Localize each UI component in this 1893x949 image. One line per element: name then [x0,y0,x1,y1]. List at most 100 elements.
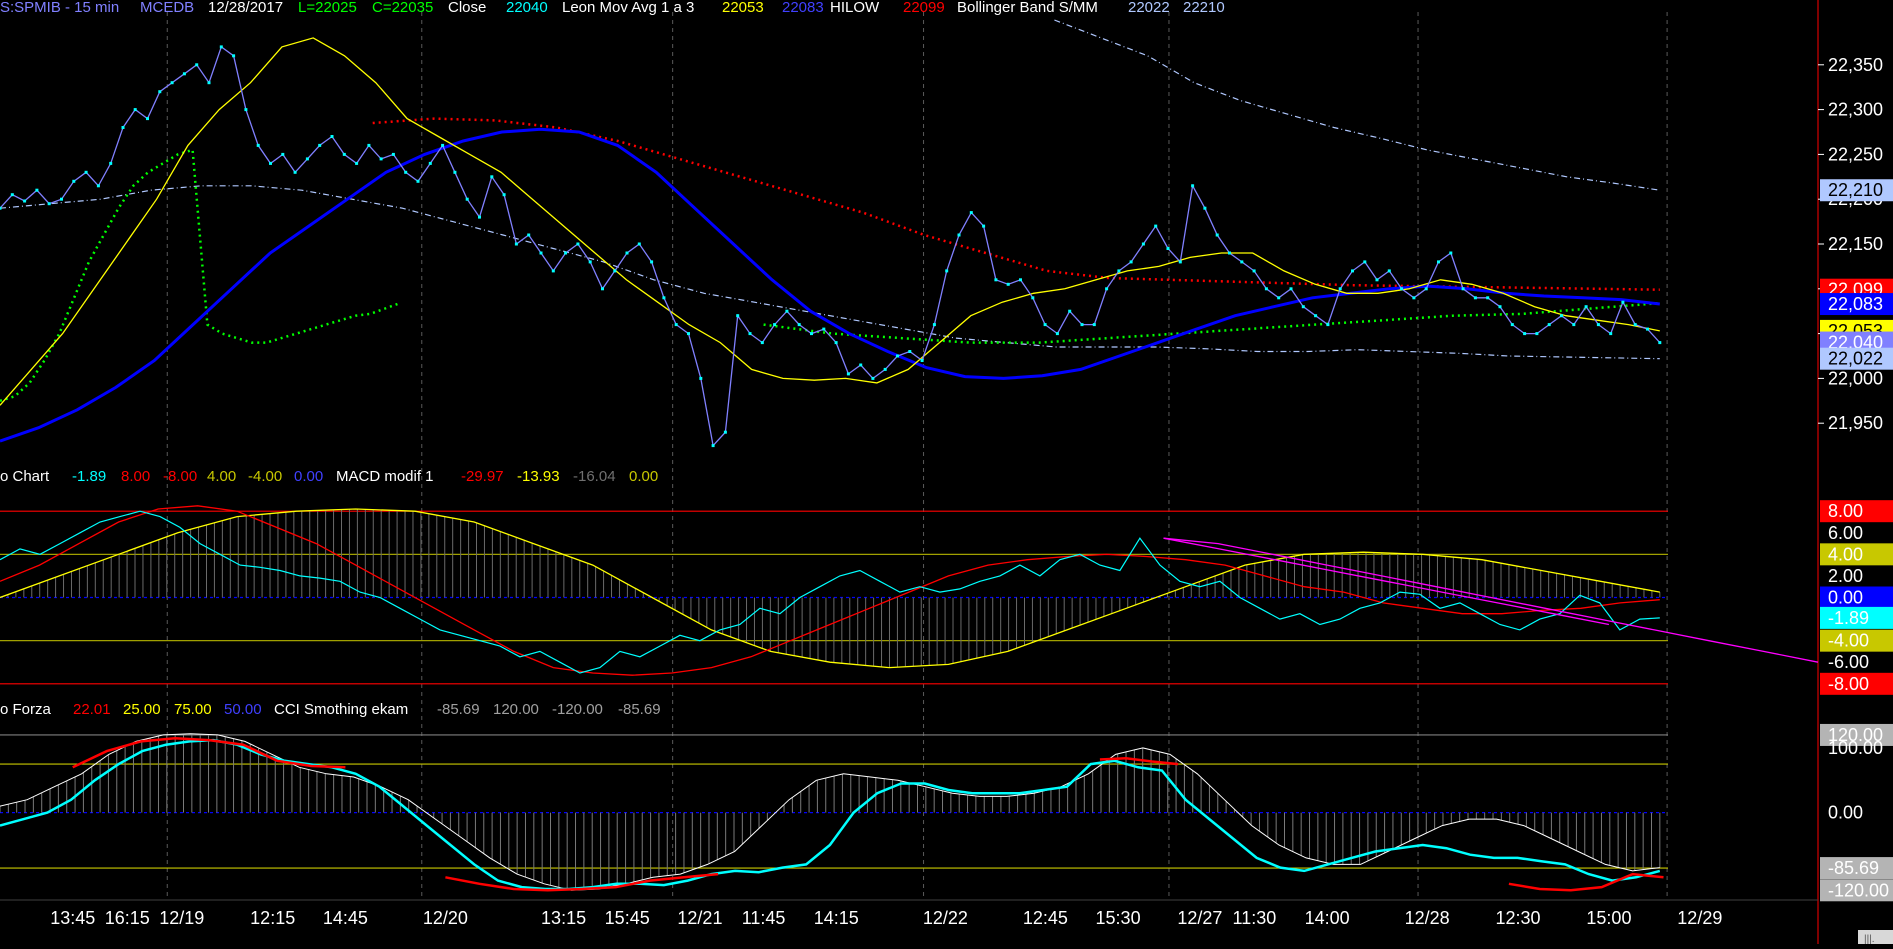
close-point [514,242,518,246]
bollinger-low: 22022 [1128,0,1170,16]
close-point [564,251,568,255]
close-point [859,363,863,367]
close-point [1609,332,1613,336]
symbol-label: S:SPMIB - 15 min [0,0,119,16]
close-point [723,430,727,434]
close-point [453,170,457,174]
close-point [1473,296,1477,300]
price-badge-label: 22,210 [1828,180,1883,200]
close-point [1301,305,1305,309]
time-tick-label: 15:45 [605,908,650,928]
price-tick-label: 22,250 [1828,144,1883,164]
macd-chart-label: o Chart [0,468,50,485]
close-point [1240,260,1244,264]
close-point [0,206,2,210]
time-tick-label: 15:30 [1096,908,1141,928]
close-point [207,81,211,85]
time-tick-label: 13:45 [50,908,95,928]
close-point [379,157,383,161]
close-point [47,202,51,206]
close-point [1277,296,1281,300]
close-point [1646,327,1649,331]
close-point [551,269,555,273]
cci-v4: 50.00 [224,701,262,718]
macd-v2: 8.00 [121,468,150,485]
close-point [748,332,752,336]
close-point [441,143,445,147]
time-tick-label: 12/28 [1405,908,1450,928]
leon-label: Leon Mov Avg 1 a 3 [562,0,694,16]
close-point [1314,314,1318,318]
macd-label: MACD modif 1 [336,468,434,485]
close-point [1191,184,1195,188]
close-point [256,143,260,147]
horizontal-scrollbar[interactable]: |||. [1858,930,1893,945]
cci-tick-label: -85.69 [1828,858,1879,878]
close-point [1584,305,1588,309]
close-point [834,341,838,345]
scrollbar-grip: |||. [1864,934,1875,944]
price-tick-label: 22,000 [1828,368,1883,388]
close-point [1400,287,1404,291]
close-point [1326,323,1330,327]
close-point [1068,309,1072,313]
macd-v3: -8.00 [163,468,197,485]
close-point [945,269,949,273]
close-point [1658,341,1662,345]
close-point [1203,206,1207,210]
close-point [1535,332,1539,336]
close-point [662,296,666,300]
cci-tick-label: -120.00 [1828,880,1889,900]
close-eq-label: C=22035 [372,0,433,16]
close-point [1006,282,1010,286]
close-point [158,90,162,94]
close-point [1031,296,1035,300]
close-point [342,152,346,156]
close-point [699,376,703,380]
close-point [490,175,494,179]
close-point [1154,224,1158,228]
close-point [527,233,531,237]
macd-tick-label: -8.00 [1828,674,1869,694]
close-point [219,45,223,49]
close-point [1560,314,1563,318]
price-panel-header: S:SPMIB - 15 min MCEDB 12/28/2017 L=2202… [0,0,1225,16]
macd-v7: -29.97 [461,468,504,485]
close-point [896,354,899,358]
close-point [957,233,961,237]
close-point [1486,296,1490,300]
time-tick-label: 14:45 [323,908,368,928]
cci-label: CCI Smothing ekam [274,701,408,718]
close-point [711,444,715,448]
price-tick-label: 22,350 [1828,55,1883,75]
close-point [969,211,973,215]
time-tick-label: 15:00 [1586,908,1631,928]
close-point [687,332,690,336]
close-point [305,157,309,161]
close-point [810,332,813,336]
close-point [1498,305,1502,309]
close-point [1264,287,1268,291]
close-point [601,287,604,291]
time-tick-label: 12/27 [1177,908,1222,928]
close-point [797,323,801,327]
close-point [502,193,506,197]
close-point [588,260,592,264]
macd-tick-label: 8.00 [1828,501,1863,521]
close-point [182,72,186,76]
close-point [330,135,334,138]
time-tick-label: 12/19 [159,908,204,928]
close-point [195,63,199,67]
close-point [293,170,297,174]
close-point [1523,332,1527,336]
close-point [773,323,777,327]
close-point [1412,296,1416,300]
close-point [133,108,137,112]
close-point [1092,323,1096,327]
close-point [96,184,100,188]
close-point [404,170,408,174]
close-point [785,309,789,313]
close-point [281,152,285,156]
cci-v2: 25.00 [123,701,161,718]
macd-v5: -4.00 [248,468,282,485]
